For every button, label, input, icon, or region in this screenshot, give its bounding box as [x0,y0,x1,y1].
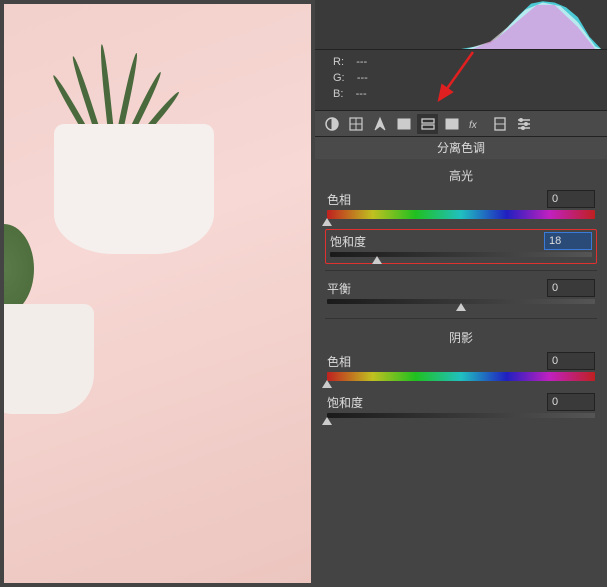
shadows-section-title: 阴影 [325,325,597,350]
highlights-hue-label: 色相 [327,191,351,208]
r-value: --- [356,56,367,68]
adjustment-toolbar: fx [315,111,607,137]
histogram[interactable] [315,0,607,50]
image-preview-panel [0,0,315,587]
svg-text:fx: fx [469,120,478,131]
slider-thumb[interactable] [456,303,466,311]
fx-icon[interactable]: fx [465,114,486,134]
panel-title: 分离色调 [315,137,607,159]
adjustments-panel: R: --- G: --- B: --- [315,0,607,587]
shadows-hue-label: 色相 [327,353,351,370]
highlights-saturation-row: 饱和度 [325,229,597,264]
balance-slider[interactable] [327,299,595,304]
highlights-sat-slider[interactable] [330,252,592,257]
controls-area: 高光 色相 饱和度 平衡 [315,159,607,587]
plant-decor-2 [4,204,94,454]
shadows-sat-value[interactable] [547,393,595,411]
highlights-section-title: 高光 [325,163,597,188]
slider-thumb[interactable] [322,380,332,388]
split-toning-icon[interactable] [417,114,438,134]
highlights-hue-slider[interactable] [327,210,595,219]
g-label: G: [333,72,345,84]
plant-decor [34,44,194,194]
divider [325,318,597,319]
highlights-hue-value[interactable] [547,190,595,208]
slider-thumb[interactable] [372,256,382,264]
image-preview[interactable] [4,4,311,583]
shadows-hue-value[interactable] [547,352,595,370]
b-label: B: [333,88,343,100]
balance-label: 平衡 [327,280,351,297]
basic-icon[interactable] [321,114,342,134]
calibration-icon[interactable] [489,114,510,134]
rgb-readout: R: --- G: --- B: --- [315,50,607,111]
r-label: R: [333,56,344,68]
balance-row: 平衡 [325,277,597,312]
detail-icon[interactable] [369,114,390,134]
shadows-hue-slider[interactable] [327,372,595,381]
tone-curve-icon[interactable] [345,114,366,134]
presets-icon[interactable] [513,114,534,134]
lens-icon[interactable] [441,114,462,134]
g-value: --- [357,72,368,84]
shadows-sat-label: 饱和度 [327,394,363,411]
shadows-hue-row: 色相 [325,350,597,389]
shadows-sat-slider[interactable] [327,413,595,418]
highlights-hue-row: 色相 [325,188,597,227]
highlights-sat-value[interactable] [544,232,592,250]
hsl-icon[interactable] [393,114,414,134]
balance-value[interactable] [547,279,595,297]
b-value: --- [356,88,367,100]
slider-thumb[interactable] [322,218,332,226]
highlights-sat-label: 饱和度 [330,233,366,250]
divider [325,270,597,271]
shadows-saturation-row: 饱和度 [325,391,597,426]
slider-thumb[interactable] [322,417,332,425]
